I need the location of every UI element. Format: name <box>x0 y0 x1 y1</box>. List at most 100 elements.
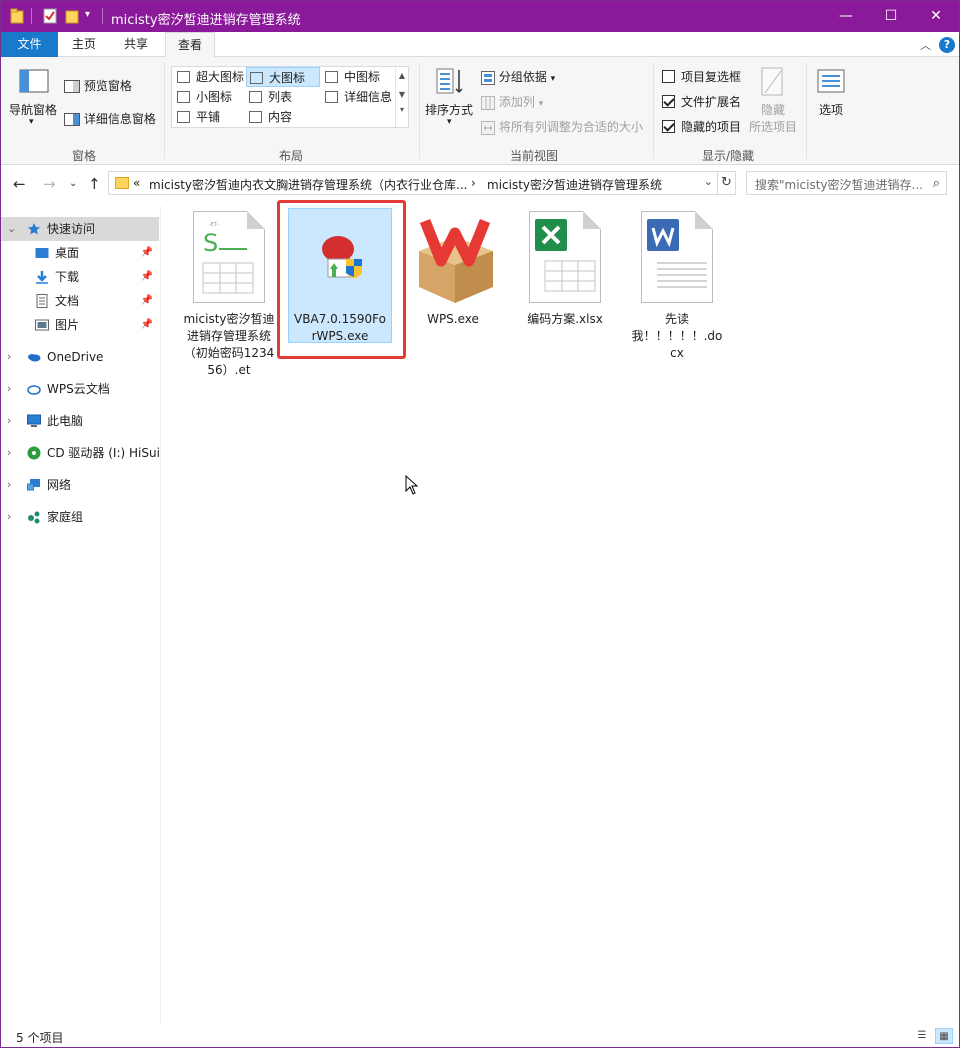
nav-label: WPS云文档 <box>47 382 110 396</box>
layout-scroll[interactable]: ▲ ▼ ▾ <box>395 67 408 127</box>
sort-dropdown-icon: ▾ <box>447 117 452 127</box>
file-extensions-toggle[interactable]: 文件扩展名 <box>662 93 741 110</box>
maximize-button[interactable]: ☐ <box>868 1 914 32</box>
breadcrumb-parent[interactable]: micisty密汐皙迪内衣文胸进销存管理系统（内衣行业仓库... <box>149 176 467 193</box>
collapsed-chevron-icon[interactable]: › <box>7 441 11 465</box>
wps-thumbnail <box>415 211 493 307</box>
layout-medium-icons[interactable]: 中图标 <box>322 67 380 87</box>
breadcrumb-overflow[interactable]: « <box>133 176 140 190</box>
group-by-label: 分组依据 <box>498 70 547 84</box>
nav-pane-label: 导航窗格 <box>9 103 58 117</box>
nav-downloads[interactable]: 下载 📌 <box>1 265 159 289</box>
layout-group-label: 布局 <box>278 149 303 163</box>
docx-thumbnail <box>639 211 715 307</box>
tab-view[interactable]: 查看 <box>165 32 215 58</box>
navigation-pane: ⌄ 快速访问 桌面 📌 下载 📌 文档 📌 图片 📌 › OneDrive › … <box>1 206 161 1026</box>
file-item-wps-exe[interactable]: WPS.exe <box>405 207 501 328</box>
search-box[interactable]: 搜索"micisty密汐皙迪进销存... ⌕ <box>746 171 947 195</box>
computer-icon <box>27 414 41 427</box>
details-view-icon[interactable]: ☰ <box>913 1028 931 1044</box>
cloud-icon <box>28 354 41 362</box>
tab-share[interactable]: 共享 <box>113 32 159 57</box>
add-columns-button[interactable]: 添加列 ▾ <box>481 93 543 110</box>
file-name: 先读我！！！！！.docx <box>631 312 723 360</box>
cd-drive-icon <box>27 446 41 460</box>
layout-tiles[interactable]: 平铺 <box>174 107 220 127</box>
options-button[interactable]: 选项 <box>811 65 851 135</box>
sort-by-button[interactable]: 排序方式 ▾ <box>423 65 477 135</box>
file-extensions-checkbox[interactable] <box>662 95 675 108</box>
nav-desktop[interactable]: 桌面 📌 <box>1 241 159 265</box>
item-checkboxes-toggle[interactable]: 项目复选框 <box>662 68 741 85</box>
group-by-button[interactable]: 分组依据 ▾ <box>481 68 555 85</box>
hidden-items-toggle[interactable]: 隐藏的项目 <box>662 118 741 135</box>
address-bar[interactable]: « micisty密汐皙迪内衣文胸进销存管理系统（内衣行业仓库... › mic… <box>108 171 718 195</box>
address-dropdown-icon[interactable]: ⌄ <box>704 175 713 188</box>
nav-label: CD 驱动器 (I:) HiSuite <box>47 446 159 460</box>
collapse-ribbon-icon[interactable]: ︿ <box>920 37 931 53</box>
layout-small-icons[interactable]: 小图标 <box>174 87 232 107</box>
breadcrumb-separator[interactable]: › <box>471 176 476 190</box>
tab-home[interactable]: 主页 <box>61 32 107 57</box>
hide-selected-button[interactable]: 隐藏 所选项目 <box>745 65 801 137</box>
search-icon[interactable]: ⌕ <box>933 176 940 191</box>
nav-label: 桌面 <box>55 246 80 260</box>
layout-details[interactable]: 详细信息 <box>322 87 392 107</box>
nav-this-pc[interactable]: › 此电脑 <box>1 409 159 433</box>
nav-label: 网络 <box>47 478 72 492</box>
nav-wps-cloud[interactable]: › WPS云文档 <box>1 377 159 401</box>
size-columns-button[interactable]: 将所有列调整为合适的大小 <box>481 118 643 135</box>
collapsed-chevron-icon[interactable]: › <box>7 505 11 529</box>
nav-onedrive[interactable]: › OneDrive <box>1 345 159 369</box>
breadcrumb-current[interactable]: micisty密汐皙迪进销存管理系统 <box>487 176 662 193</box>
explorer-window: ▾ micisty密汐皙迪进销存管理系统 — ☐ ✕ 文件 主页 共享 查看 ︿… <box>0 0 960 1048</box>
file-name: micisty密汐皙迪进销存管理系统（初始密码123456）.et <box>183 312 275 377</box>
recent-locations-chevron-icon[interactable]: ⌄ <box>69 178 77 189</box>
nav-label: 下载 <box>55 270 80 284</box>
tab-file[interactable]: 文件 <box>1 32 58 57</box>
expanded-chevron-icon[interactable]: ⌄ <box>7 217 16 241</box>
nav-pictures[interactable]: 图片 📌 <box>1 313 159 337</box>
group-by-dropdown-icon: ▾ <box>550 74 556 84</box>
new-folder-icon[interactable] <box>65 8 79 24</box>
collapsed-chevron-icon[interactable]: › <box>7 345 11 369</box>
file-item-docx[interactable]: 先读我！！！！！.docx <box>629 207 725 362</box>
collapsed-chevron-icon[interactable]: › <box>7 473 11 497</box>
search-input[interactable]: 搜索"micisty密汐皙迪进销存... <box>755 176 927 193</box>
window-title: micisty密汐皙迪进销存管理系统 <box>111 13 301 28</box>
hidden-items-checkbox[interactable] <box>662 120 675 133</box>
pin-icon: 📌 <box>140 247 153 258</box>
collapsed-chevron-icon[interactable]: › <box>7 409 11 433</box>
minimize-button[interactable]: — <box>823 1 869 32</box>
nav-pane-button[interactable]: 导航窗格 ▾ <box>7 65 59 135</box>
help-icon[interactable]: ? <box>939 37 955 53</box>
collapsed-chevron-icon[interactable]: › <box>7 377 11 401</box>
layout-large-icons[interactable]: 大图标 <box>246 67 320 87</box>
large-icons-view-icon[interactable]: ▦ <box>935 1028 953 1044</box>
refresh-icon[interactable]: ↻ <box>718 171 736 195</box>
small-icons-icon <box>177 91 190 103</box>
pin-icon: 📌 <box>140 295 153 306</box>
layout-list[interactable]: 列表 <box>246 87 292 107</box>
file-item-et[interactable]: -ET- S micisty密汐皙迪进销存管理系统（初始密码123456）.et <box>181 207 277 379</box>
nav-cd-drive[interactable]: › CD 驱动器 (I:) HiSuite <box>1 441 159 465</box>
nav-documents[interactable]: 文档 📌 <box>1 289 159 313</box>
details-pane-button[interactable]: 详细信息窗格 <box>64 110 156 127</box>
nav-label: OneDrive <box>47 350 104 364</box>
nav-quick-access[interactable]: ⌄ 快速访问 <box>1 217 159 241</box>
close-button[interactable]: ✕ <box>913 1 959 32</box>
nav-network[interactable]: › 网络 <box>1 473 159 497</box>
preview-pane-button[interactable]: 预览窗格 <box>64 77 132 94</box>
properties-icon[interactable] <box>43 8 57 24</box>
file-item-xlsx[interactable]: 编码方案.xlsx <box>517 207 613 328</box>
qa-customize-icon[interactable]: ▾ <box>85 9 90 20</box>
forward-arrow-icon[interactable]: → <box>43 175 56 193</box>
back-arrow-icon[interactable]: ← <box>13 175 26 193</box>
layout-extra-large-icons[interactable]: 超大图标 <box>174 67 244 87</box>
up-arrow-icon[interactable]: ↑ <box>88 175 101 193</box>
file-name: 编码方案.xlsx <box>527 312 603 326</box>
item-checkboxes-checkbox[interactable] <box>662 70 675 83</box>
xlsx-thumbnail <box>527 211 603 307</box>
layout-content[interactable]: 内容 <box>246 107 292 127</box>
nav-homegroup[interactable]: › 家庭组 <box>1 505 159 529</box>
